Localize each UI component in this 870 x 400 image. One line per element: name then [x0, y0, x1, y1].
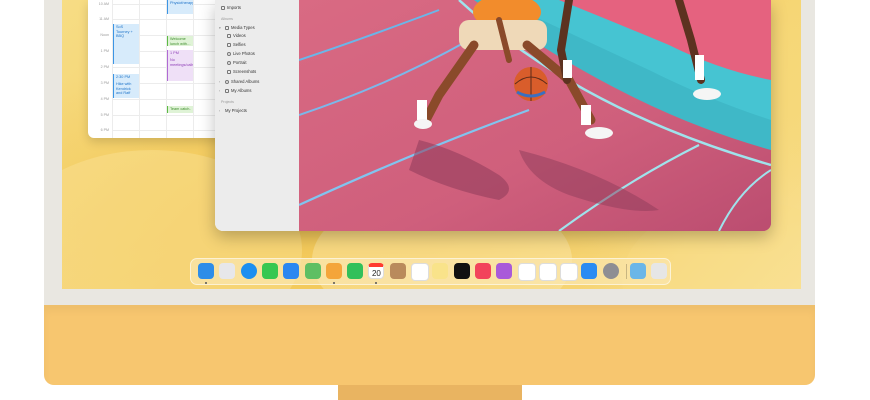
- calendar-event[interactable]: Physiotherapy: [167, 0, 193, 14]
- imac-stand: [338, 385, 522, 400]
- numbers-icon[interactable]: [538, 263, 557, 281]
- sidebar-item-label: My Albums: [231, 88, 252, 93]
- finder-icon[interactable]: [198, 263, 214, 279]
- chevron-right-icon[interactable]: ›: [219, 80, 223, 84]
- running-indicator: [332, 282, 335, 284]
- pages-icon[interactable]: [560, 263, 579, 281]
- chevron-right-icon[interactable]: ›: [219, 89, 223, 93]
- folder-icon: [225, 25, 229, 30]
- folder-icon: [225, 88, 229, 93]
- sidebar-item-live-photos[interactable]: Live Photos: [227, 51, 255, 56]
- notes-icon[interactable]: [432, 263, 449, 279]
- sidebar-section-albums: Albums: [221, 17, 233, 21]
- basketball-court-photo: [299, 0, 771, 231]
- music-icon[interactable]: [474, 263, 491, 279]
- sidebar-item-label: Screenshots: [233, 69, 257, 74]
- tv-icon[interactable]: [453, 263, 470, 279]
- sidebar-item-label: Imports: [227, 5, 241, 10]
- maps-icon[interactable]: [304, 263, 321, 279]
- dock: 20: [190, 258, 671, 285]
- system-preferences-icon[interactable]: [602, 263, 619, 279]
- sidebar-item-videos[interactable]: Videos: [227, 33, 246, 38]
- calendar-time-label: Noon: [100, 33, 109, 37]
- photos-icon[interactable]: [325, 263, 342, 279]
- keynote-icon[interactable]: [517, 263, 536, 281]
- contacts-icon[interactable]: [389, 263, 406, 279]
- reminders-icon[interactable]: [411, 263, 429, 281]
- calendar-column-divider: [193, 0, 194, 138]
- photo-viewer[interactable]: [299, 0, 771, 231]
- sidebar-section-projects: Projects: [221, 100, 234, 104]
- sidebar-item-label: Portrait: [233, 60, 247, 65]
- calendar-time-label: 1 PM: [100, 49, 109, 53]
- sidebar-item-label: Videos: [233, 33, 246, 38]
- sidebar-item-screenshots[interactable]: Screenshots: [227, 69, 256, 74]
- sidebar-item-label: My Projects: [225, 108, 247, 113]
- cloud-icon: [225, 79, 229, 84]
- sidebar-item-shared-albums[interactable]: › Shared Albums: [219, 79, 259, 84]
- calendar-time-label: 10 AM: [98, 2, 109, 6]
- messages-icon[interactable]: [261, 263, 278, 279]
- chevron-right-icon[interactable]: ›: [219, 109, 223, 113]
- podcasts-icon[interactable]: [496, 263, 513, 279]
- calendar-column-divider: [112, 0, 113, 138]
- launchpad-icon[interactable]: [219, 263, 236, 279]
- calendar-date-label: 20: [371, 269, 381, 278]
- sidebar-item-label: Selfies: [233, 42, 246, 47]
- imac-chin: [44, 305, 815, 385]
- trash-icon[interactable]: [651, 263, 668, 279]
- dock-separator: [626, 264, 627, 279]
- portrait-icon: [227, 60, 231, 65]
- video-icon: [227, 33, 231, 38]
- running-indicator: [375, 282, 378, 284]
- calendar-icon[interactable]: 20: [368, 263, 385, 279]
- calendar-column-divider: [139, 0, 140, 138]
- sidebar-item-label: Live Photos: [233, 51, 255, 56]
- calendar-time-label: 11 AM: [99, 17, 109, 21]
- sidebar-item-label: Shared Albums: [231, 79, 260, 84]
- calendar-time-label: 6 PM: [100, 128, 109, 132]
- screenshot-icon: [227, 69, 231, 74]
- mail-icon[interactable]: [283, 263, 300, 279]
- calendar-event[interactable]: Welcome lunch with…: [167, 36, 193, 46]
- sidebar-item-media-types[interactable]: ▾ Media Types: [219, 25, 255, 30]
- sidebar-item-selfies[interactable]: Selfies: [227, 42, 246, 47]
- sidebar-item-portrait[interactable]: Portrait: [227, 60, 247, 65]
- live-photo-icon: [227, 51, 231, 56]
- running-indicator: [205, 282, 207, 284]
- facetime-icon[interactable]: [347, 263, 364, 279]
- calendar-time-label: 3 PM: [100, 81, 109, 85]
- selfie-icon: [227, 42, 231, 47]
- safari-icon[interactable]: [240, 263, 257, 279]
- desktop-screen: 10 AM 11 AM Noon 1 PM 2 PM 3 PM 4 PM 5 P…: [62, 0, 801, 289]
- calendar-event[interactable]: No meetings/calls: [167, 57, 193, 81]
- downloads-folder-icon[interactable]: [630, 263, 646, 279]
- calendar-event[interactable]: Team catch-up: [167, 106, 193, 113]
- chevron-down-icon[interactable]: ▾: [219, 26, 223, 30]
- calendar-time-label: 4 PM: [100, 97, 109, 101]
- sidebar-item-my-albums[interactable]: › My Albums: [219, 88, 251, 93]
- sidebar-item-my-projects[interactable]: › My Projects: [219, 108, 247, 113]
- calendar-event[interactable]: SoS Tourney + BBQ: [113, 24, 139, 64]
- calendar-time-label: 2 PM: [100, 65, 109, 69]
- sidebar-item-imports[interactable]: Imports: [221, 5, 241, 10]
- photos-window[interactable]: Imports Albums ▾ Media Types Videos Self…: [215, 0, 771, 231]
- import-icon: [221, 5, 225, 10]
- calendar-time-label: 5 PM: [100, 113, 109, 117]
- calendar-event[interactable]: Hike with Kendrick and Raff: [113, 81, 139, 98]
- sidebar-item-label: Media Types: [231, 25, 255, 30]
- photos-sidebar: Imports Albums ▾ Media Types Videos Self…: [215, 0, 300, 231]
- app-store-icon[interactable]: [581, 263, 598, 279]
